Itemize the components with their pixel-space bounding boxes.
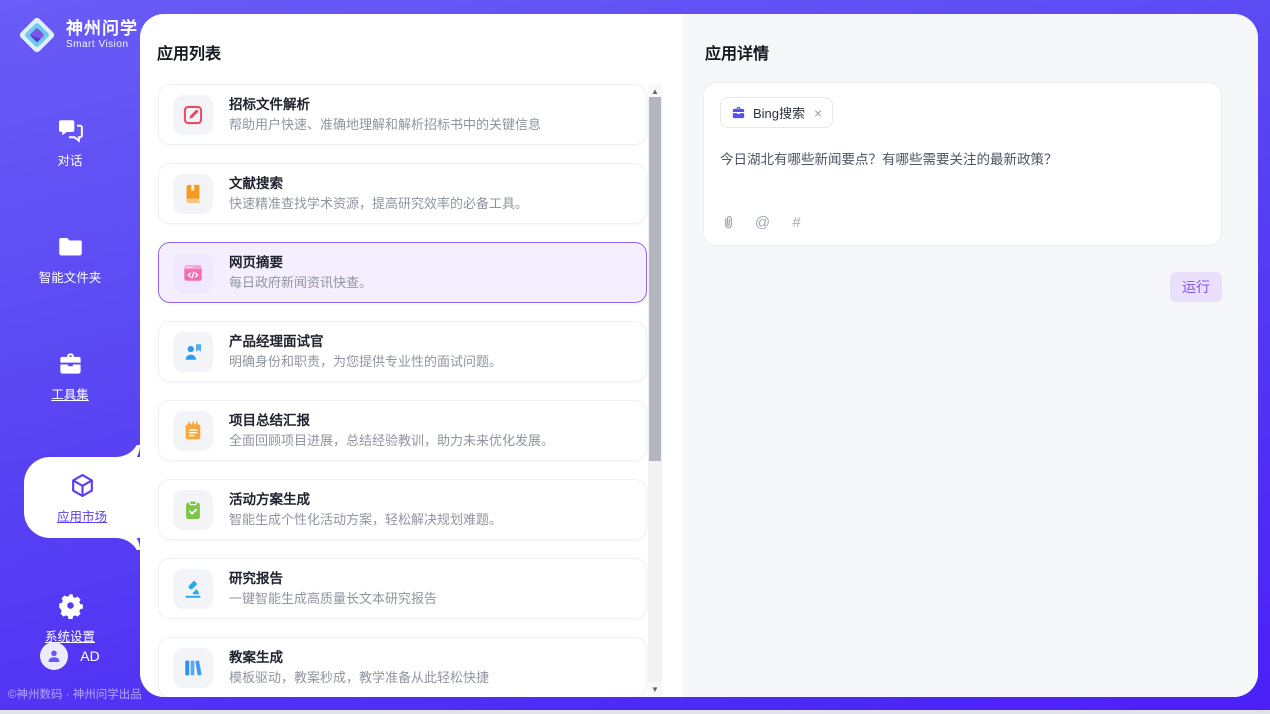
user-row[interactable]: AD: [0, 642, 140, 670]
list-item[interactable]: 活动方案生成 智能生成个性化活动方案，轻松解决规划难题。: [158, 479, 647, 540]
folder-icon: [57, 233, 84, 260]
close-icon[interactable]: ×: [814, 106, 822, 120]
books-icon: [182, 657, 204, 679]
app-description: 明确身份和职责，为您提供专业性的面试问题。: [229, 352, 502, 372]
brand-logo: 神州问学 Smart Vision: [16, 14, 140, 56]
app-title: 网页摘要: [229, 253, 372, 273]
app-list-title: 应用列表: [157, 40, 221, 64]
cube-icon: [69, 472, 96, 499]
brand-subtitle: Smart Vision: [66, 39, 138, 50]
sidebar-footer: ©神州数码 · 神州问学出品: [8, 686, 142, 702]
sidebar-item-smart-folder[interactable]: 智能文件夹: [0, 223, 140, 296]
run-button[interactable]: 运行: [1170, 272, 1222, 302]
bottom-edge: [0, 710, 1270, 714]
user-initials: AD: [80, 648, 99, 664]
chat-icon: [57, 116, 84, 143]
scroll-down-arrow-icon[interactable]: ▼: [648, 682, 662, 696]
hash-icon[interactable]: #: [788, 214, 805, 231]
web-page-icon: [182, 262, 204, 284]
list-item[interactable]: 项目总结汇报 全面回顾项目进展，总结经验教训，助力未来优化发展。: [158, 400, 647, 461]
app-title: 活动方案生成: [229, 490, 502, 510]
list-item[interactable]: 产品经理面试官 明确身份和职责，为您提供专业性的面试问题。: [158, 321, 647, 382]
avatar[interactable]: [40, 642, 68, 670]
report-note-icon: [182, 420, 204, 442]
app-description: 智能生成个性化活动方案，轻松解决规划难题。: [229, 510, 502, 530]
paperclip-icon[interactable]: [720, 214, 737, 231]
sidebar-item-app-market[interactable]: 应用市场: [24, 457, 140, 538]
user-icon: [46, 648, 62, 664]
run-row: 运行: [703, 272, 1222, 302]
app-title: 招标文件解析: [229, 95, 541, 115]
app-title: 教案生成: [229, 648, 489, 668]
card-toolbar: @#: [720, 214, 1205, 231]
list-item[interactable]: 网页摘要 每日政府新闻资讯快查。: [158, 242, 647, 303]
mention-icon[interactable]: @: [754, 214, 771, 231]
app-list-panel: 应用列表 招标文件解析 帮助用户快速、准确地理解和解析招标书中的关键信息 文献搜…: [140, 14, 683, 697]
sidebar-item-label: 工具集: [51, 384, 89, 403]
scrollbar[interactable]: ▲ ▼: [648, 84, 662, 696]
microscope-icon: [182, 578, 204, 600]
app-description: 帮助用户快速、准确地理解和解析招标书中的关键信息: [229, 115, 541, 135]
app-title: 产品经理面试官: [229, 332, 502, 352]
app-description: 快速精准查找学术资源，提高研究效率的必备工具。: [229, 194, 528, 214]
list-item[interactable]: 研究报告 一键智能生成高质量长文本研究报告: [158, 558, 647, 619]
tool-tag-label: Bing搜索: [753, 103, 805, 122]
list-item[interactable]: 教案生成 模板驱动，教案秒成，教学准备从此轻松快捷: [158, 637, 647, 697]
sidebar-nav: 对话 智能文件夹 工具集 应用市场 系统设置: [0, 106, 140, 699]
app-description: 全面回顾项目进展，总结经验教训，助力未来优化发展。: [229, 431, 554, 451]
app-title: 项目总结汇报: [229, 411, 554, 431]
brand-name: 神州问学: [66, 20, 138, 39]
query-card: Bing搜索 × 今日湖北有哪些新闻要点？有哪些需要关注的最新政策？ @#: [703, 82, 1222, 246]
query-input[interactable]: 今日湖北有哪些新闻要点？有哪些需要关注的最新政策？: [720, 148, 1205, 214]
app-description: 每日政府新闻资讯快查。: [229, 273, 372, 293]
briefcase-icon: [731, 105, 746, 120]
sidebar-item-label: 应用市场: [57, 506, 107, 525]
toolbox-icon: [57, 350, 84, 377]
app-detail-panel: 应用详情 Bing搜索 × 今日湖北有哪些新闻要点？有哪些需要关注的最新政策？ …: [683, 14, 1258, 697]
app-list: 招标文件解析 帮助用户快速、准确地理解和解析招标书中的关键信息 文献搜索 快速精…: [140, 84, 683, 697]
book-icon: [182, 183, 204, 205]
clipboard-check-icon: [182, 499, 204, 521]
app-title: 研究报告: [229, 569, 437, 589]
tool-tag-bing-search[interactable]: Bing搜索 ×: [720, 97, 833, 128]
list-item[interactable]: 文献搜索 快速精准查找学术资源，提高研究效率的必备工具。: [158, 163, 647, 224]
sidebar-item-toolset[interactable]: 工具集: [0, 340, 140, 413]
app-description: 模板驱动，教案秒成，教学准备从此轻松快捷: [229, 668, 489, 688]
sidebar-item-label: 对话: [57, 150, 82, 169]
app-detail-title: 应用详情: [705, 40, 769, 64]
gear-icon: [57, 592, 84, 619]
edit-document-icon: [182, 104, 204, 126]
main-content: 应用列表 招标文件解析 帮助用户快速、准确地理解和解析招标书中的关键信息 文献搜…: [140, 14, 1258, 697]
interviewer-icon: [182, 341, 204, 363]
app-title: 文献搜索: [229, 174, 528, 194]
scroll-up-arrow-icon[interactable]: ▲: [648, 84, 662, 98]
sidebar: 神州问学 Smart Vision 对话 智能文件夹 工具集 应用市场 系统设置…: [0, 0, 140, 710]
diamond-logo-icon: [16, 14, 58, 56]
sidebar-item-label: 智能文件夹: [39, 267, 102, 286]
sidebar-item-chat[interactable]: 对话: [0, 106, 140, 179]
list-item[interactable]: 招标文件解析 帮助用户快速、准确地理解和解析招标书中的关键信息: [158, 84, 647, 145]
scrollbar-thumb[interactable]: [649, 97, 661, 461]
app-description: 一键智能生成高质量长文本研究报告: [229, 589, 437, 609]
